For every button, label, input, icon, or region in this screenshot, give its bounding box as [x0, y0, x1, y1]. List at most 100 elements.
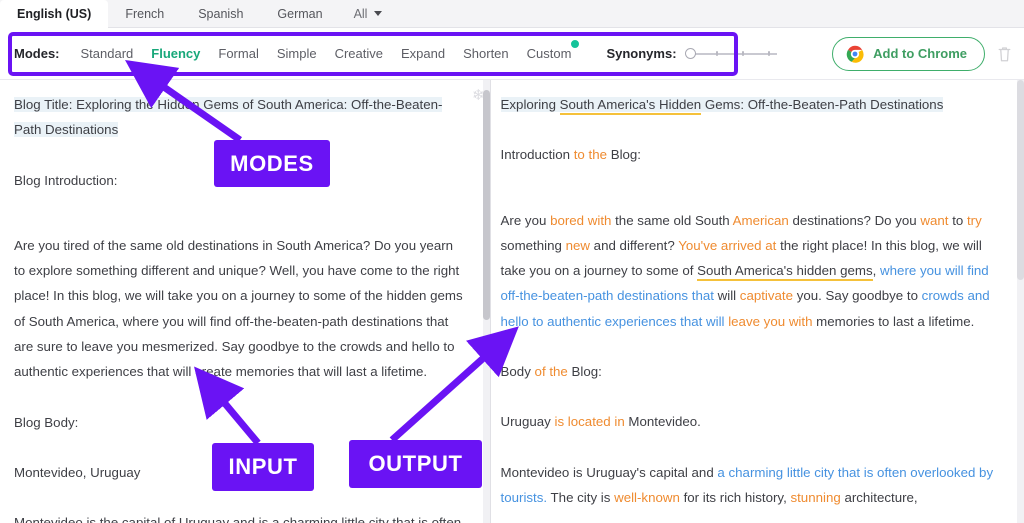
slider-track	[693, 53, 777, 55]
annotation-modes-box: MODES	[214, 140, 330, 187]
text-run-orange: try	[966, 212, 982, 228]
text-run-orange: of the	[534, 364, 568, 380]
add-to-chrome-label: Add to Chrome	[873, 46, 967, 61]
paraphraser-app: English (US) French Spanish German All M…	[0, 0, 1024, 523]
annotation-output-box: OUTPUT	[349, 440, 482, 488]
output-intro-paragraph: Are you bored with the same old South Am…	[501, 208, 996, 334]
text-run-plain: Uruguay	[500, 414, 555, 430]
text-run-orange: American	[732, 212, 789, 228]
modes-group: Modes: Standard Fluency Formal Simple Cr…	[0, 28, 777, 79]
language-tab-english-us[interactable]: English (US)	[0, 0, 109, 28]
text-run-plain: Montevideo is Uruguay's capital and	[500, 464, 718, 480]
mode-label: Creative	[334, 46, 384, 61]
text-run-plain: The city is	[547, 489, 615, 505]
text-run-plain: memories to last a lifetime.	[812, 313, 975, 329]
language-tab-spanish[interactable]: Spanish	[181, 0, 260, 28]
output-intro-heading: Introduction to the Blog:	[501, 142, 996, 167]
output-title: Exploring South America's Hidden Gems: O…	[500, 92, 996, 117]
editor-panes: Blog Title: Exploring the Hidden Gems of…	[0, 80, 1024, 523]
mode-custom[interactable]: Custom	[518, 39, 581, 67]
input-scrollbar[interactable]	[483, 80, 490, 523]
language-tab-label: French	[125, 7, 165, 21]
scrollbar-thumb[interactable]	[483, 90, 490, 320]
slider-tick	[715, 51, 718, 56]
text-run-plain: will	[713, 288, 740, 304]
mode-simple[interactable]: Simple	[268, 40, 326, 67]
mode-shorten[interactable]: Shorten	[454, 40, 518, 67]
annotation-input-box: INPUT	[212, 443, 314, 491]
annotation-input-label: INPUT	[228, 454, 298, 479]
output-pane[interactable]: Exploring South America's Hidden Gems: O…	[491, 80, 1024, 523]
text-run-plain: Exploring	[500, 97, 560, 112]
text-run-orange: to the	[573, 147, 607, 163]
mode-label: Custom	[526, 46, 572, 61]
chevron-down-icon	[374, 11, 383, 16]
text-run-underline: South America's hidden gems	[697, 263, 873, 282]
mode-label: Shorten	[463, 46, 509, 61]
text-run-underline: South America's Hidden	[559, 97, 702, 115]
trash-icon[interactable]	[997, 45, 1012, 63]
text-run-plain: ,	[872, 263, 881, 279]
mode-label: Fluency	[151, 46, 201, 61]
language-tab-label: Spanish	[198, 7, 244, 21]
text-run-orange: bored with	[550, 212, 612, 228]
text-run-plain: something	[500, 237, 566, 253]
new-badge-dot-icon	[570, 39, 581, 49]
text-run-plain: the same old South	[611, 212, 733, 228]
mode-label: Standard	[80, 46, 134, 61]
language-all-dropdown[interactable]: All	[340, 0, 395, 27]
language-tab-label: English (US)	[17, 7, 92, 21]
add-to-chrome-button[interactable]: Add to Chrome	[832, 36, 985, 71]
modes-label: Modes:	[14, 46, 60, 61]
annotation-output-label: OUTPUT	[368, 451, 463, 476]
slider-tick	[741, 51, 744, 56]
synonyms-slider[interactable]	[684, 47, 777, 61]
text-run-plain: you. Say goodbye to	[793, 288, 922, 304]
synonyms-control: Synonyms:	[606, 46, 777, 61]
annotation-modes-label: MODES	[230, 150, 314, 176]
snowflake-icon: ❄	[472, 87, 485, 104]
text-run-plain: Gems: Off-the-Beaten-Path Destinations	[701, 97, 944, 112]
language-tab-german[interactable]: German	[260, 0, 339, 28]
mode-expand[interactable]: Expand	[392, 40, 454, 67]
text-run-orange: captivate	[739, 288, 794, 304]
text-run-plain: for its rich history,	[679, 489, 791, 505]
text-run-plain: Introduction	[500, 147, 574, 163]
text-run-plain: architecture,	[840, 489, 918, 505]
mode-fluency[interactable]: Fluency	[142, 40, 209, 67]
output-body-location: Uruguay is located in Montevideo.	[501, 409, 996, 434]
mode-label: Simple	[276, 46, 317, 61]
text-run-plain: Blog:	[567, 364, 602, 380]
mode-label: Expand	[401, 46, 446, 61]
chrome-logo-icon	[846, 45, 864, 63]
output-body-heading: Body of the Blog:	[501, 359, 996, 384]
text-run-orange: You've arrived at	[678, 237, 777, 253]
text-run-plain: Body	[500, 364, 535, 380]
language-tab-label: German	[277, 7, 323, 21]
text-run-orange: well-known	[614, 489, 680, 505]
input-clipped-line: Montevideo is the capital of Uruguay and…	[14, 515, 462, 523]
mode-creative[interactable]: Creative	[326, 40, 392, 67]
slider-knob[interactable]	[684, 47, 696, 59]
input-title: Blog Title: Exploring the Hidden Gems of…	[14, 92, 464, 143]
mode-formal[interactable]: Formal	[209, 40, 267, 67]
output-body-paragraph: Montevideo is Uruguay's capital and a ch…	[501, 460, 996, 511]
text-run-orange: new	[565, 237, 590, 253]
text-run-plain: destinations? Do you	[788, 212, 921, 228]
slider-tick	[767, 51, 770, 56]
mode-standard[interactable]: Standard	[72, 40, 143, 67]
text-run-orange: want	[920, 212, 949, 228]
input-title-text: Blog Title: Exploring the Hidden Gems of…	[14, 97, 443, 138]
text-run-plain: Are you	[500, 212, 551, 228]
output-scrollbar[interactable]	[1017, 80, 1024, 523]
text-run-orange: leave you with	[728, 313, 813, 329]
scrollbar-thumb[interactable]	[1017, 80, 1024, 280]
output-title-rich: Exploring South America's Hidden Gems: O…	[500, 97, 944, 115]
text-run-plain: Montevideo.	[624, 414, 701, 430]
mode-label: Formal	[218, 46, 259, 61]
text-run-orange: is located in	[554, 414, 625, 430]
language-tab-french[interactable]: French	[108, 0, 181, 28]
text-run-plain: to	[948, 212, 967, 228]
text-run-plain: and different?	[589, 237, 679, 253]
synonyms-label: Synonyms:	[606, 46, 677, 61]
